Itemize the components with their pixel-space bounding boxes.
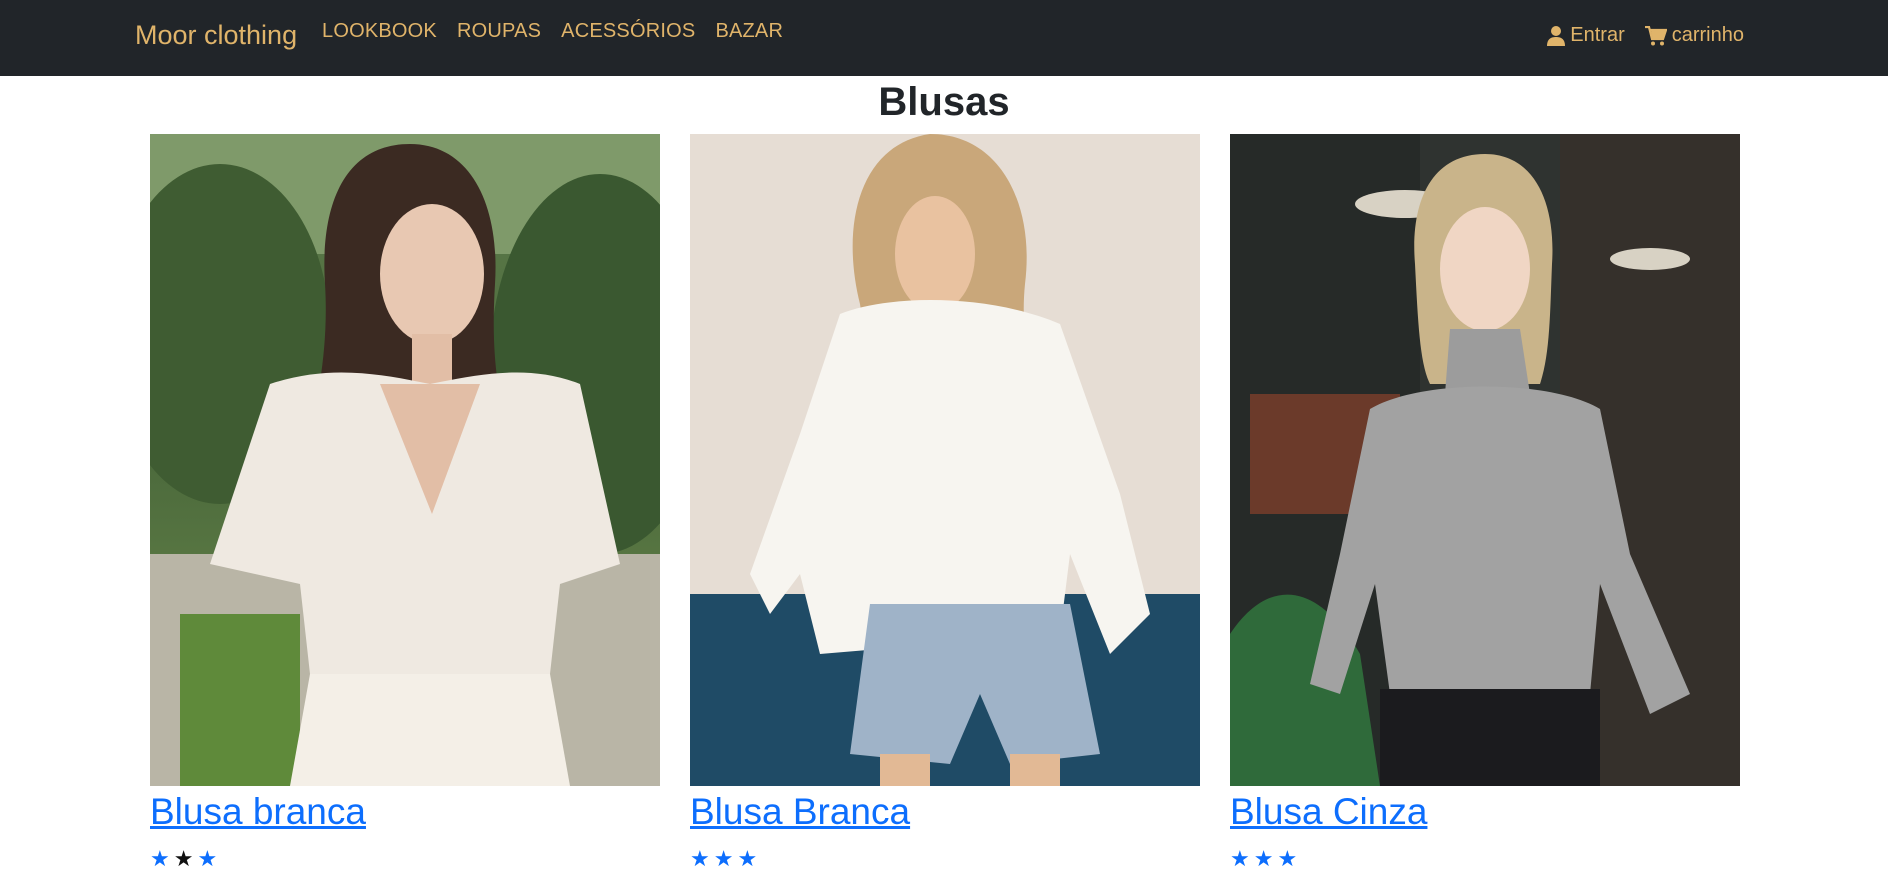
- rating-stars: ★ ★ ★: [1230, 848, 1740, 870]
- brand-link[interactable]: Moor clothing: [135, 20, 297, 51]
- star-icon: ★: [1230, 846, 1250, 871]
- rating-stars: ★ ★ ★: [690, 848, 1200, 870]
- star-icon: ★: [173, 846, 194, 871]
- page-title: Blusas: [878, 80, 1010, 124]
- product-title[interactable]: Blusa Branca: [690, 790, 1200, 834]
- product-card: Blusa branca ★ ★ ★: [150, 134, 660, 870]
- nav-link-lookbook[interactable]: LOOKBOOK: [322, 20, 437, 43]
- nav-link-roupas[interactable]: ROUPAS: [457, 20, 541, 43]
- star-icon: ★: [690, 846, 710, 871]
- nav-link-bazar[interactable]: BAZAR: [715, 20, 783, 43]
- nav-link-acessorios[interactable]: ACESSÓRIOS: [561, 20, 695, 43]
- product-title[interactable]: Blusa Cinza: [1230, 790, 1740, 834]
- star-icon: ★: [1277, 846, 1298, 871]
- cart-link[interactable]: carrinho: [1644, 24, 1744, 47]
- rating-stars: ★ ★ ★: [150, 848, 660, 870]
- cart-icon: [1644, 25, 1667, 45]
- product-title[interactable]: Blusa branca: [150, 790, 660, 834]
- nav-actions: Entrar carrinho: [1527, 24, 1744, 47]
- product-image-white-shirt[interactable]: [690, 134, 1200, 786]
- product-card: Blusa Branca ★ ★ ★: [690, 134, 1200, 870]
- main-nav: LOOKBOOK ROUPAS ACESSÓRIOS BAZAR: [322, 20, 803, 43]
- login-label: Entrar: [1570, 24, 1625, 46]
- star-icon: ★: [197, 846, 218, 871]
- star-icon: ★: [713, 846, 734, 871]
- product-image-grey-sweater[interactable]: [1230, 134, 1740, 786]
- cart-label: carrinho: [1671, 24, 1744, 46]
- product-card: Blusa Cinza ★ ★ ★: [1230, 134, 1740, 870]
- star-icon: ★: [150, 846, 170, 871]
- star-icon: ★: [1253, 846, 1274, 871]
- user-icon: [1547, 25, 1566, 46]
- star-icon: ★: [737, 846, 758, 871]
- top-navbar: Moor clothing LOOKBOOK ROUPAS ACESSÓRIOS…: [0, 0, 1888, 76]
- product-image-white-blouse[interactable]: [150, 134, 660, 786]
- login-link[interactable]: Entrar: [1547, 24, 1625, 47]
